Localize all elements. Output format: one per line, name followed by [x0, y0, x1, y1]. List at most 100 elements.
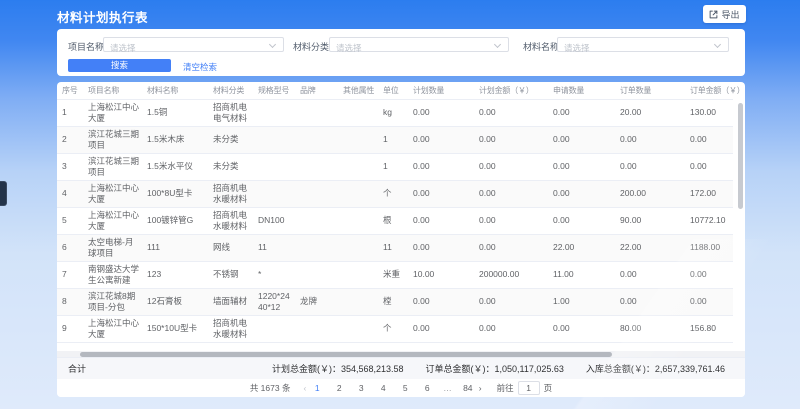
- table-cell: 0.00: [685, 288, 733, 315]
- table-cell: 12石膏板: [142, 288, 208, 315]
- table-cell: [295, 126, 338, 153]
- table-cell: [338, 126, 378, 153]
- table-cell: DN100: [253, 207, 295, 234]
- table-cell: 招商机电电气材料: [208, 99, 253, 126]
- table-cell: 156.80: [685, 315, 733, 342]
- material-name-select[interactable]: [557, 37, 729, 52]
- table-cell: [295, 180, 338, 207]
- material-category-input[interactable]: [336, 42, 496, 55]
- table-cell: 90.00: [615, 207, 685, 234]
- clear-search-link[interactable]: 清空检索: [183, 61, 217, 73]
- total-label: 入库总金额(￥)：: [586, 364, 655, 374]
- total-label: 计划总金额(￥)：: [272, 364, 341, 374]
- table-cell: [338, 207, 378, 234]
- results-table-card: 序号项目名称材料名称材料分类规格型号品牌其他属性单位计划数量计划金额（￥）申请数…: [57, 82, 745, 397]
- total-value: 354,568,213.58: [341, 364, 404, 374]
- column-header: 订单数量: [615, 82, 685, 99]
- pagination-page-button[interactable]: 2: [333, 383, 345, 393]
- material-name-input[interactable]: [564, 42, 716, 55]
- search-button[interactable]: 搜索: [68, 59, 171, 72]
- table-cell: 樘: [378, 288, 408, 315]
- table-cell: 1: [57, 99, 83, 126]
- horizontal-scrollbar-thumb[interactable]: [80, 352, 612, 357]
- table-cell: [253, 153, 295, 180]
- pagination-page-button[interactable]: 1: [311, 383, 323, 393]
- table-row: 7南钢盛达大学生公寓新建123不锈钢*米重10.00200000.0011.00…: [57, 261, 733, 288]
- table-row: 6太空电梯-月球项目111网线11110.000.0022.0022.00118…: [57, 234, 733, 261]
- table-cell: 0.00: [548, 207, 615, 234]
- project-name-select[interactable]: [103, 37, 284, 52]
- table-cell: 6: [57, 234, 83, 261]
- table-cell: 111: [142, 234, 208, 261]
- table-cell: 11: [253, 234, 295, 261]
- pagination-page-button[interactable]: 84: [462, 383, 474, 393]
- table-cell: [295, 261, 338, 288]
- table-cell: [295, 99, 338, 126]
- table-cell: 100镀锌管G: [142, 207, 208, 234]
- table-cell: 10.00: [408, 261, 474, 288]
- table-cell: [338, 288, 378, 315]
- material-category-select[interactable]: [329, 37, 509, 52]
- pagination-prev-button[interactable]: ‹: [303, 383, 306, 393]
- column-header: 计划数量: [408, 82, 474, 99]
- table-cell: 1: [378, 126, 408, 153]
- table-cell: 123: [142, 261, 208, 288]
- table-cell: *: [253, 261, 295, 288]
- table-cell: [253, 315, 295, 342]
- column-header: 申请数量: [548, 82, 615, 99]
- table-cell: 0.00: [685, 126, 733, 153]
- table-cell: [253, 126, 295, 153]
- table-row: 3滨江花城三期项目1.5米水平仪未分类10.000.000.000.000.00: [57, 153, 733, 180]
- vertical-scrollbar-thumb[interactable]: [738, 103, 743, 209]
- table-cell: 0.00: [548, 126, 615, 153]
- sidebar-collapse-handle[interactable]: [0, 181, 7, 206]
- materials-table: 序号项目名称材料名称材料分类规格型号品牌其他属性单位计划数量计划金额（￥）申请数…: [57, 82, 733, 343]
- table-cell: 200000.00: [474, 261, 548, 288]
- table-cell: 0.00: [615, 126, 685, 153]
- pagination-ellipsis: …: [443, 383, 452, 393]
- pagination-next-button[interactable]: ›: [479, 383, 482, 393]
- pagination-page-button[interactable]: 6: [421, 383, 433, 393]
- pagination-page-button[interactable]: 4: [377, 383, 389, 393]
- table-cell: [338, 180, 378, 207]
- column-header: 订单金额（￥）: [685, 82, 733, 99]
- total-value: 2,657,339,761.46: [655, 364, 725, 374]
- pagination-page-button[interactable]: 5: [399, 383, 411, 393]
- pagination-page-button[interactable]: 3: [355, 383, 367, 393]
- table-cell: 22.00: [615, 234, 685, 261]
- table-cell: 5: [57, 207, 83, 234]
- page-title: 材料计划执行表: [57, 7, 148, 26]
- table-cell: 172.00: [685, 180, 733, 207]
- goto-label: 前往: [497, 382, 514, 394]
- table-cell: 1220*2440*12: [253, 288, 295, 315]
- table-cell: 9: [57, 315, 83, 342]
- table-cell: 10772.10: [685, 207, 733, 234]
- export-button[interactable]: 导出: [703, 5, 746, 23]
- table-cell: 0.00: [615, 261, 685, 288]
- table-cell: [253, 180, 295, 207]
- column-header: 项目名称: [83, 82, 142, 99]
- table-cell: 0.00: [408, 153, 474, 180]
- export-icon: [709, 10, 718, 19]
- table-cell: 上海松江中心大厦: [83, 315, 142, 342]
- table-cell: 0.00: [408, 234, 474, 261]
- table-row: 5上海松江中心大厦100镀锌管G招商机电水暖材料DN100根0.000.000.…: [57, 207, 733, 234]
- table-cell: 米重: [378, 261, 408, 288]
- export-button-label: 导出: [721, 8, 739, 21]
- table-cell: 0.00: [408, 180, 474, 207]
- table-cell: 招商机电水暖材料: [208, 180, 253, 207]
- project-name-input[interactable]: [110, 42, 271, 55]
- table-cell: 11: [378, 234, 408, 261]
- goto-page-input[interactable]: [518, 381, 540, 395]
- project-name-label: 项目名称: [68, 40, 104, 53]
- total-item: 入库总金额(￥)：2,657,339,761.46: [586, 362, 725, 375]
- table-cell: [338, 153, 378, 180]
- table-cell: [295, 234, 338, 261]
- table-cell: 1.5铜: [142, 99, 208, 126]
- column-header: 单位: [378, 82, 408, 99]
- table-cell: 0.00: [408, 99, 474, 126]
- table-cell: 南钢盛达大学生公寓新建: [83, 261, 142, 288]
- table-cell: 网线: [208, 234, 253, 261]
- table-cell: 2: [57, 126, 83, 153]
- table-cell: 1.5米木床: [142, 126, 208, 153]
